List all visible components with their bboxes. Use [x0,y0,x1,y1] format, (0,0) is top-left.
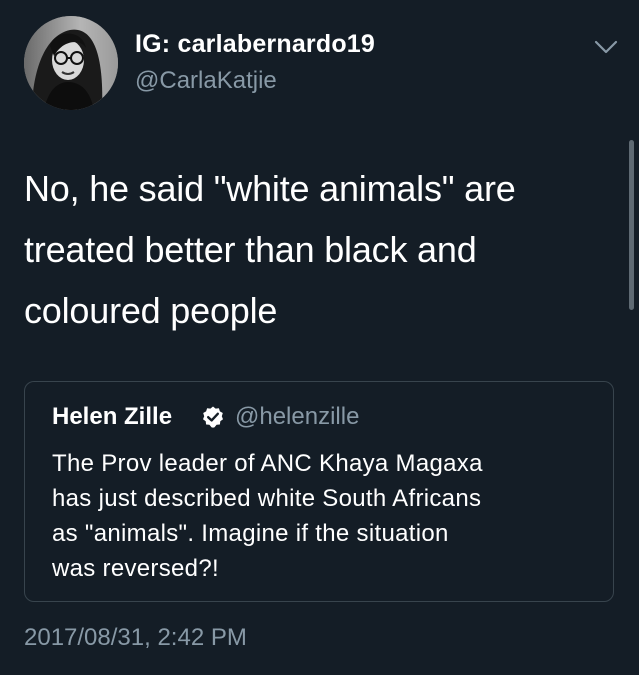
author-display-name[interactable]: IG: carlabernardo19 [135,30,375,59]
avatar-photo [24,16,118,110]
verified-badge-icon [203,406,223,428]
quoted-text-line: has just described white South Africans [52,485,482,512]
tweet-text-line: coloured people [24,290,278,331]
quoted-author-handle: @helenzille [235,403,360,430]
tweet-text-line: No, he said "white animals" are [24,168,516,209]
quoted-text-line: The Prov leader of ANC Khaya Magaxa [52,450,483,477]
author-handle[interactable]: @CarlaKatjie [135,67,277,95]
tweet-detail: IG: carlabernardo19 @CarlaKatjie No, he … [0,0,639,675]
quoted-tweet-text: The Prov leader of ANC Khaya Magaxa has … [52,446,597,586]
tweet-timestamp: 2017/08/31, 2:42 PM [24,624,247,651]
avatar[interactable] [24,16,118,110]
quoted-text-line: as "animals". Imagine if the situation [52,520,449,547]
quoted-author-name: Helen Zille [52,403,173,430]
quoted-tweet-card[interactable]: Helen Zille @helenzille The Prov leader … [24,381,614,602]
chevron-down-icon[interactable] [593,38,619,56]
scrollbar[interactable] [629,140,634,310]
tweet-text-line: treated better than black and [24,229,477,270]
tweet-text: No, he said "white animals" are treated … [24,158,614,341]
quoted-text-line: was reversed?! [52,555,219,582]
